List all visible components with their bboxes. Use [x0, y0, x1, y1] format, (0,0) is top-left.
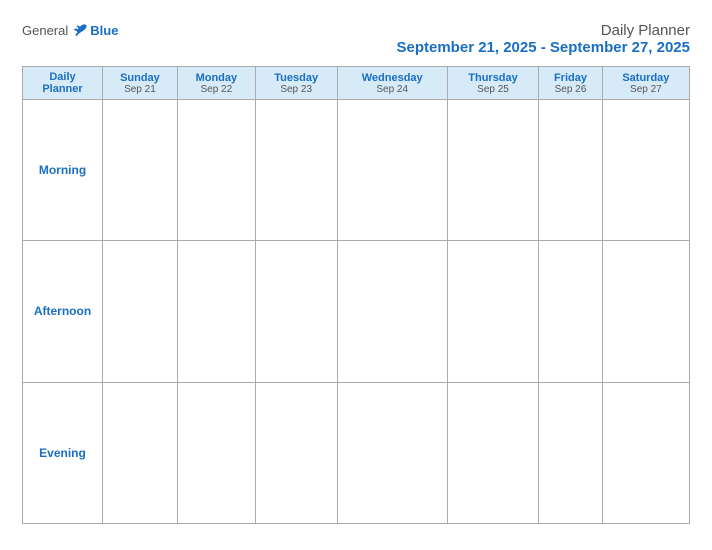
col-day-0b: Planner [25, 83, 100, 95]
col-header-1: Sunday Sep 21 [103, 67, 178, 100]
col-header-2: Monday Sep 22 [177, 67, 255, 100]
col-date-1: Sep 21 [105, 84, 175, 95]
title-area: Daily Planner September 21, 2025 - Septe… [397, 22, 691, 56]
morning-thu[interactable] [447, 100, 538, 241]
col-day-2: Monday [180, 72, 253, 84]
calendar-table: Daily Planner Sunday Sep 21 Monday Sep 2… [22, 66, 690, 524]
evening-fri[interactable] [539, 382, 603, 523]
evening-wed[interactable] [337, 382, 447, 523]
afternoon-fri[interactable] [539, 241, 603, 382]
col-header-7: Saturday Sep 27 [602, 67, 689, 100]
afternoon-sun[interactable] [103, 241, 178, 382]
logo-blue-text: Blue [90, 23, 118, 38]
col-header-4: Wednesday Sep 24 [337, 67, 447, 100]
header: General Blue Daily Planner September 21,… [22, 22, 690, 56]
col-date-3: Sep 23 [258, 84, 335, 95]
morning-mon[interactable] [177, 100, 255, 241]
evening-sun[interactable] [103, 382, 178, 523]
morning-fri[interactable] [539, 100, 603, 241]
col-date-7: Sep 27 [605, 84, 687, 95]
col-day-0: Daily [25, 71, 100, 83]
planner-title: Daily Planner [397, 22, 691, 39]
col-day-4: Wednesday [340, 72, 445, 84]
col-header-6: Friday Sep 26 [539, 67, 603, 100]
col-day-3: Tuesday [258, 72, 335, 84]
col-day-6: Friday [541, 72, 600, 84]
date-range: September 21, 2025 - September 27, 2025 [397, 39, 691, 56]
evening-thu[interactable] [447, 382, 538, 523]
logo-area: General Blue [22, 22, 118, 38]
logo-general-text: General [22, 23, 68, 38]
col-day-1: Sunday [105, 72, 175, 84]
morning-sat[interactable] [602, 100, 689, 241]
afternoon-row: Afternoon [23, 241, 690, 382]
header-row: Daily Planner Sunday Sep 21 Monday Sep 2… [23, 67, 690, 100]
morning-tue[interactable] [255, 100, 337, 241]
col-date-6: Sep 26 [541, 84, 600, 95]
col-day-7: Saturday [605, 72, 687, 84]
afternoon-tue[interactable] [255, 241, 337, 382]
morning-label: Morning [23, 100, 103, 241]
morning-row: Morning [23, 100, 690, 241]
bird-icon [72, 22, 88, 38]
col-header-5: Thursday Sep 25 [447, 67, 538, 100]
afternoon-sat[interactable] [602, 241, 689, 382]
evening-sat[interactable] [602, 382, 689, 523]
morning-wed[interactable] [337, 100, 447, 241]
evening-label: Evening [23, 382, 103, 523]
evening-mon[interactable] [177, 382, 255, 523]
col-header-3: Tuesday Sep 23 [255, 67, 337, 100]
afternoon-label: Afternoon [23, 241, 103, 382]
col-date-4: Sep 24 [340, 84, 445, 95]
morning-sun[interactable] [103, 100, 178, 241]
afternoon-thu[interactable] [447, 241, 538, 382]
page: General Blue Daily Planner September 21,… [6, 10, 706, 540]
col-header-0: Daily Planner [23, 67, 103, 100]
col-day-5: Thursday [450, 72, 536, 84]
col-date-5: Sep 25 [450, 84, 536, 95]
logo-text: General Blue [22, 22, 118, 38]
afternoon-wed[interactable] [337, 241, 447, 382]
afternoon-mon[interactable] [177, 241, 255, 382]
evening-tue[interactable] [255, 382, 337, 523]
col-date-2: Sep 22 [180, 84, 253, 95]
evening-row: Evening [23, 382, 690, 523]
